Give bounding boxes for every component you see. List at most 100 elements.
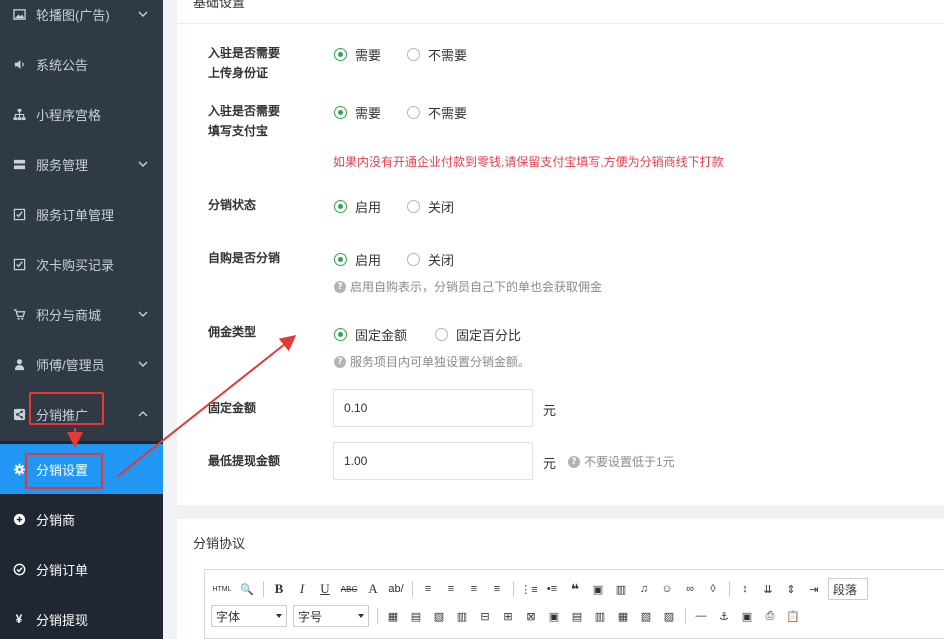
align-left-icon[interactable]: ≡ [419, 580, 437, 598]
merge-right-icon[interactable]: ▤ [568, 607, 586, 625]
unordered-list-icon[interactable]: •≡ [543, 580, 561, 598]
image-icon [12, 7, 26, 21]
select-value: 段落 [833, 582, 858, 597]
radio-label: 固定百分比 [456, 328, 522, 343]
id-card-required-radio[interactable]: 需要 [334, 45, 381, 64]
anchor-icon[interactable]: ⚓ [715, 607, 733, 625]
sidebar-item-label: 小程序宫格 [36, 107, 102, 123]
align-center-icon[interactable]: ≡ [442, 580, 460, 598]
label-line: 填写支付宝 [208, 124, 269, 138]
status-enable-radio[interactable]: 启用 [334, 197, 381, 216]
split-cells-icon[interactable]: ▦ [614, 607, 632, 625]
highlight-icon[interactable]: ab/ [387, 580, 405, 598]
rich-text-editor[interactable]: HTML 🔍 B I U ABC A ab/ ≡ ≡ ≡ ≡ ⋮≡ •≡ ❝ ▣… [204, 569, 944, 639]
sidebar-item-points-mall[interactable]: 积分与商城 [0, 289, 163, 339]
self-buy-disable-radio[interactable]: 关闭 [407, 250, 454, 269]
print-icon[interactable]: ⎙ [761, 607, 779, 625]
user-icon [12, 357, 26, 371]
sidebar-item-label: 积分与商城 [36, 307, 102, 323]
radio-checked-icon [334, 328, 347, 341]
line-height-icon[interactable]: ↕ [736, 580, 754, 598]
alipay-warning: 如果内没有开通企业付款到零钱,请保留支付宝填写,方便为分销商线下打款 [333, 155, 724, 169]
radio-label: 不需要 [428, 48, 468, 63]
self-buy-enable-radio[interactable]: 启用 [334, 250, 381, 269]
select-value: 字号 [298, 609, 323, 624]
preview-icon[interactable]: 🔍 [238, 580, 256, 598]
min-withdraw-input[interactable] [333, 442, 533, 480]
table-icon[interactable]: ▦ [384, 607, 402, 625]
gear-icon [12, 462, 26, 476]
question-icon: ? [334, 355, 346, 368]
split-cols-icon[interactable]: ▨ [660, 607, 678, 625]
radio-checked-icon [334, 253, 347, 266]
link-icon[interactable]: ∞ [681, 580, 699, 598]
align-justify-icon[interactable]: ≡ [488, 580, 506, 598]
font-size-select[interactable]: 字号 [293, 605, 369, 627]
merge-down-icon[interactable]: ▥ [591, 607, 609, 625]
split-rows-icon[interactable]: ▧ [637, 607, 655, 625]
sidebar-item-announcement[interactable]: 系统公告 [0, 39, 163, 89]
sidebar: 轮播图(广告) 系统公告 小程序宫格 服务管理 服务订单管理 次卡购买记录 积分… [0, 0, 163, 639]
radio-unchecked-icon [407, 106, 420, 119]
sidebar-item-distribution-orders[interactable]: 分销订单 [0, 544, 163, 594]
quote-icon[interactable]: ❝ [566, 580, 584, 598]
image-icon[interactable]: ▣ [589, 580, 607, 598]
toolbar-separator [263, 581, 264, 597]
delete-col-icon[interactable]: ⊠ [522, 607, 540, 625]
row-spacing-icon[interactable]: ⇕ [782, 580, 800, 598]
sidebar-item-grid[interactable]: 小程序宫格 [0, 89, 163, 139]
commission-fixed-radio[interactable]: 固定金额 [334, 325, 407, 344]
sidebar-item-master-admin[interactable]: 师傅/管理员 [0, 339, 163, 389]
paragraph-spacing-icon[interactable]: ⇊ [759, 580, 777, 598]
hint-text: 启用自购表示，分销员自己下的单也会获取佣金 [350, 280, 603, 294]
ordered-list-icon[interactable]: ⋮≡ [520, 580, 538, 598]
table-delete-icon[interactable]: ▤ [407, 607, 425, 625]
indent-icon[interactable]: ⇥ [805, 580, 823, 598]
toolbar-separator [412, 581, 413, 597]
html-source-button[interactable]: HTML [211, 580, 233, 598]
alipay-not-required-radio[interactable]: 不需要 [407, 103, 467, 122]
video-icon[interactable]: ▥ [612, 580, 630, 598]
font-color-button[interactable]: A [364, 580, 382, 598]
paragraph-select[interactable]: 段落 [828, 578, 868, 600]
editor-toolbar-row-2: 字体 字号 ▦ ▤ ▧ ▥ ⊟ ⊞ ⊠ ▣ ▤ ▥ ▦ ▧ ▨ — ⚓ ▣ ⎙ … [211, 605, 807, 627]
sidebar-item-distributors[interactable]: 分销商 [0, 494, 163, 544]
strikethrough-button[interactable]: ABC [339, 580, 359, 598]
emoji-icon[interactable]: ☺ [658, 580, 676, 598]
eraser-icon[interactable]: ◊ [704, 580, 722, 598]
align-right-icon[interactable]: ≡ [465, 580, 483, 598]
sidebar-item-card-records[interactable]: 次卡购买记录 [0, 239, 163, 289]
sidebar-item-banner[interactable]: 轮播图(广告) [0, 0, 163, 39]
music-icon[interactable]: ♫ [635, 580, 653, 598]
check-square-icon [12, 207, 26, 221]
underline-button[interactable]: U [316, 580, 334, 598]
share-icon [12, 407, 26, 421]
sidebar-item-label: 分销提现 [36, 612, 89, 628]
insert-col-icon[interactable]: ⊞ [499, 607, 517, 625]
radio-label: 关闭 [428, 200, 455, 215]
table-props-icon[interactable]: ▧ [430, 607, 448, 625]
sidebar-item-service-orders[interactable]: 服务订单管理 [0, 189, 163, 239]
agreement-panel: 分销协议 HTML 🔍 B I U ABC A ab/ ≡ ≡ ≡ ≡ ⋮≡ •… [177, 519, 944, 639]
sidebar-item-label: 次卡购买记录 [36, 257, 115, 273]
sidebar-item-withdrawals[interactable]: ¥ 分销提现 [0, 594, 163, 639]
italic-button[interactable]: I [293, 580, 311, 598]
toolbar-separator [513, 581, 514, 597]
bold-button[interactable]: B [270, 580, 288, 598]
commission-percent-radio[interactable]: 固定百分比 [435, 325, 521, 344]
insert-row-icon[interactable]: ▥ [453, 607, 471, 625]
delete-row-icon[interactable]: ⊟ [476, 607, 494, 625]
font-family-select[interactable]: 字体 [211, 605, 287, 627]
id-card-not-required-radio[interactable]: 不需要 [407, 45, 467, 64]
toolbar-separator [729, 581, 730, 597]
min-withdraw-unit: 元 [543, 456, 557, 471]
alipay-required-radio[interactable]: 需要 [334, 103, 381, 122]
horizontal-rule-icon[interactable]: — [692, 607, 710, 625]
paste-icon[interactable]: 📋 [784, 607, 802, 625]
sidebar-item-service[interactable]: 服务管理 [0, 139, 163, 189]
merge-cells-icon[interactable]: ▣ [545, 607, 563, 625]
editor-toolbar-row-1: HTML 🔍 B I U ABC A ab/ ≡ ≡ ≡ ≡ ⋮≡ •≡ ❝ ▣… [211, 578, 874, 600]
image-upload-icon[interactable]: ▣ [738, 607, 756, 625]
fixed-amount-input[interactable] [333, 389, 533, 427]
status-disable-radio[interactable]: 关闭 [407, 197, 454, 216]
